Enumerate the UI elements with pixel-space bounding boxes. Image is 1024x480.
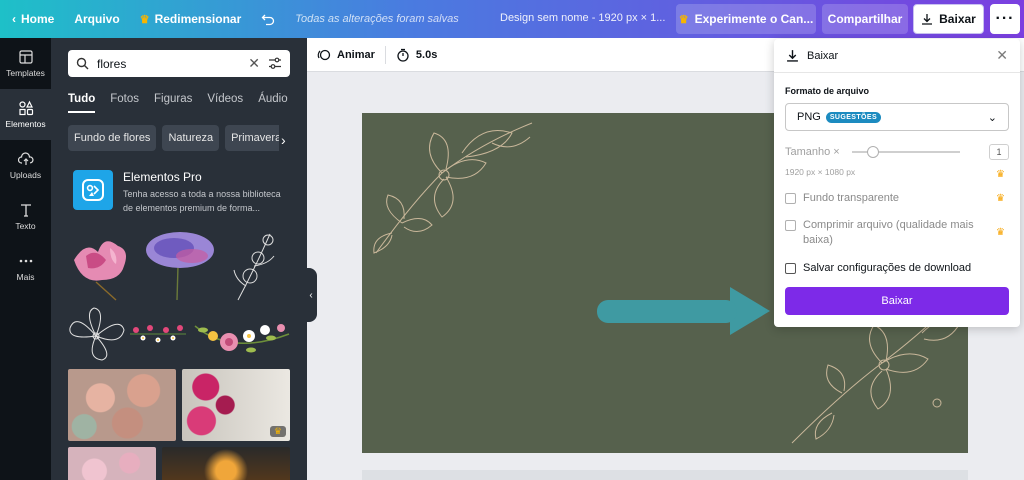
rail-item-text[interactable]: Texto [0,191,51,242]
text-icon [20,204,31,217]
clear-icon[interactable]: ✕ [248,55,260,72]
floral-line-art-top-left [373,122,533,254]
chevron-left-icon: ‹ [12,12,16,26]
rail-item-templates[interactable]: Templates [0,38,51,89]
filter-icon[interactable] [268,57,282,70]
chip-spring[interactable]: Primavera [225,125,279,151]
undo-icon [261,14,275,26]
animate-icon [317,49,331,60]
collapse-panel-button[interactable]: ‹ [305,268,317,322]
download-icon [922,14,933,25]
share-button[interactable]: Compartilhar [822,4,908,34]
line-art-flower-white[interactable] [228,230,286,302]
timer-icon [397,48,409,62]
tab-audio[interactable]: Áudio [258,93,287,113]
crown-icon: ♛ [678,13,689,26]
search-value: flores [97,56,127,71]
dimensions-text: 1920 px × 1080 px [785,167,856,177]
suggestion-badge: SUGESTÕES [825,111,882,123]
resize-button[interactable]: ♛ Redimensionar [130,0,252,38]
download-popover: Baixar ✕ Formato de arquivo PNG SUGESTÕE… [774,39,1020,327]
size-row: Tamanho × 1 [785,144,1009,160]
tab-videos[interactable]: Vídeos [207,93,243,113]
download-icon [787,50,798,62]
watercolor-flower-pink[interactable] [66,230,136,302]
popover-title: Baixar [807,49,839,62]
size-label: Tamanho × [785,146,840,158]
pro-description: Tenha acesso a toda a nossa biblioteca d… [123,189,281,213]
photo-roses[interactable] [68,369,176,441]
photo-gerberas[interactable]: ♛ [182,369,290,441]
chip-nature[interactable]: Natureza [162,125,220,151]
chevron-left-icon: ‹ [309,289,313,301]
animate-button[interactable]: Animar [307,48,385,62]
suggestion-chips: Fundo de flores Natureza Primavera [68,125,279,151]
elements-panel: flores ✕ Tudo Fotos Figuras Vídeos Áudio… [51,38,307,480]
rail-item-uploads[interactable]: Uploads [0,140,51,191]
tab-all[interactable]: Tudo [68,93,96,113]
panel-tabs: Tudo Fotos Figuras Vídeos Áudio [68,93,288,113]
save-settings-option[interactable]: Salvar configurações de download [785,261,985,276]
try-pro-button[interactable]: ♛ Experimente o Can... [676,4,816,34]
chevron-right-icon[interactable]: › [281,132,286,148]
close-icon[interactable]: ✕ [996,47,1008,64]
crown-icon: ♛ [996,227,1005,238]
crown-icon: ♛ [269,426,286,437]
floral-wreath-arrangement[interactable] [191,306,293,366]
size-slider[interactable] [851,146,960,158]
pro-elements-logo [73,170,113,210]
left-rail: Templates Elementos Uploads Texto Mais [0,38,51,480]
download-button[interactable]: Baixar [913,4,984,34]
tab-photos[interactable]: Fotos [110,93,139,113]
layout-icon [18,50,33,64]
rail-item-elements[interactable]: Elementos [0,89,51,140]
rail-item-more[interactable]: Mais [0,242,51,293]
popover-download-button[interactable]: Baixar [785,287,1009,315]
crown-icon: ♛ [139,13,150,26]
pro-title: Elementos Pro [123,170,202,184]
crown-icon: ♛ [996,169,1005,180]
small-flowers-border[interactable] [128,318,188,352]
duration-button[interactable]: 5.0s [386,48,447,62]
photo-cherry-blossom[interactable] [68,447,156,480]
size-slider-thumb[interactable] [867,146,880,158]
format-value: PNG [797,111,821,123]
transparent-bg-option[interactable]: Fundo transparente [785,191,985,206]
search-input[interactable]: flores ✕ [68,50,290,77]
crown-icon: ♛ [996,193,1005,204]
pro-elements-promo[interactable]: Elementos Pro Tenha acesso a toda a noss… [73,170,288,215]
format-label: Formato de arquivo [785,86,870,96]
compress-option[interactable]: Comprimir arquivo (qualidade mais baixa) [785,218,985,249]
checkbox[interactable] [785,220,796,231]
next-page-canvas[interactable] [362,470,968,480]
save-status: Todas as alterações foram salvas [295,13,459,25]
popover-header: Baixar ✕ [774,39,1020,73]
size-input[interactable]: 1 [989,144,1009,160]
more-options-button[interactable]: ··· [990,4,1020,34]
checkbox[interactable] [785,193,796,204]
line-art-flower-outline[interactable] [66,306,128,364]
more-icon [19,259,32,263]
cloud-upload-icon [17,152,34,165]
home-button[interactable]: ‹ Home [0,0,64,38]
tab-graphics[interactable]: Figuras [154,93,192,113]
top-bar: ‹ Home Arquivo ♛ Redimensionar Todas as … [0,0,1024,38]
shapes-icon [18,100,33,116]
checkbox[interactable] [785,263,796,274]
chip-flower-background[interactable]: Fundo de flores [68,125,157,151]
chevron-down-icon: ⌄ [987,111,997,124]
design-title[interactable]: Design sem nome - 1920 px × 1... [500,12,665,24]
photo-sunset-flowers[interactable] [162,447,290,480]
teal-arrow-shaft [597,300,737,323]
undo-button[interactable] [251,0,285,38]
format-select[interactable]: PNG SUGESTÕES ⌄ [785,103,1009,131]
watercolor-flower-purple[interactable] [144,228,218,300]
file-menu[interactable]: Arquivo [64,0,129,38]
search-icon [76,57,89,70]
